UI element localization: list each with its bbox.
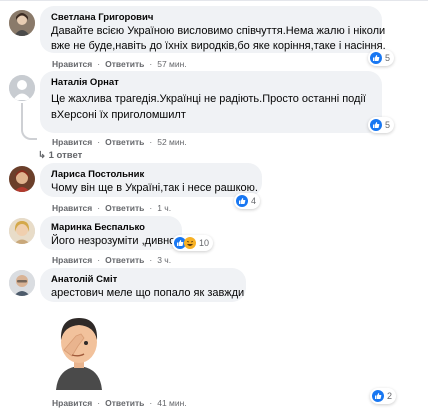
reaction-summary[interactable]: 2 xyxy=(370,388,397,404)
reply-button[interactable]: Ответить xyxy=(105,255,144,265)
view-replies-link[interactable]: ↳ 1 ответ xyxy=(38,150,82,162)
like-button[interactable]: Нравится xyxy=(52,255,92,265)
comment-text: вХерсоні їх приголомшилт xyxy=(51,109,186,121)
comment-author[interactable]: Лариса Постольник xyxy=(51,168,252,181)
comment-author[interactable]: Анатолій Сміт xyxy=(51,273,236,286)
thread-line xyxy=(21,103,37,140)
reaction-summary[interactable]: 10 xyxy=(172,235,214,251)
top-divider xyxy=(0,0,428,1)
comment-text: Це жахлива трагедія.Українці не радіють.… xyxy=(51,93,366,105)
avatar[interactable] xyxy=(9,270,35,296)
comment-bubble: Светлана Григорович Давайте всією Україн… xyxy=(40,6,386,53)
comment-author[interactable]: Наталія Орнат xyxy=(51,76,372,89)
like-button[interactable]: Нравится xyxy=(52,398,92,408)
comment-text: арестович меле що попало як завжди xyxy=(51,287,245,299)
comment-time[interactable]: 57 мин. xyxy=(157,59,186,69)
comment-time[interactable]: 41 мин. xyxy=(157,398,186,408)
default-avatar-icon[interactable] xyxy=(9,75,35,101)
facepalm-sticker xyxy=(48,310,110,390)
reply-button[interactable]: Ответить xyxy=(105,137,144,147)
comment-time[interactable]: 3 ч. xyxy=(157,255,171,265)
comment-bubble: Маринка Беспалько Його незрозуміти ,дивн… xyxy=(40,216,182,250)
like-button[interactable]: Нравится xyxy=(52,137,92,147)
comment-text: Його незрозуміти ,дивно xyxy=(51,235,176,247)
comment-time[interactable]: 52 мин. xyxy=(157,137,186,147)
like-icon xyxy=(236,195,248,207)
reaction-count: 4 xyxy=(251,196,257,206)
comment-actions: Нравится · Ответить · 57 мин. xyxy=(52,59,187,69)
comment-bubble: Наталія Орнат Це жахлива трагедія.Україн… xyxy=(40,71,382,133)
reply-arrow-icon: ↳ xyxy=(38,150,46,161)
reply-button[interactable]: Ответить xyxy=(105,398,144,408)
like-icon xyxy=(370,119,382,131)
reaction-count: 5 xyxy=(385,53,391,63)
reply-button[interactable]: Ответить xyxy=(105,203,144,213)
like-icon xyxy=(372,390,384,402)
comment-bubble: Лариса Постольник Чому він ще в Україні,… xyxy=(40,163,262,197)
comment-text: вже не буде,навіть до їхніх виродків,бо … xyxy=(51,40,386,52)
reaction-count: 10 xyxy=(199,238,210,248)
comment-actions: Нравится · Ответить · 1 ч. xyxy=(52,203,172,213)
comment-bubble: Анатолій Сміт арестович меле що попало я… xyxy=(40,268,246,302)
comment-actions: Нравится · Ответить · 41 мин. xyxy=(52,398,187,408)
like-button[interactable]: Нравится xyxy=(52,59,92,69)
comment-author[interactable]: Маринка Беспалько xyxy=(51,221,172,234)
comment-text: Давайте всією Україною висловимо співчут… xyxy=(51,25,386,37)
comment-actions: Нравится · Ответить · 3 ч. xyxy=(52,255,172,265)
reaction-count: 5 xyxy=(385,120,391,130)
reply-button[interactable]: Ответить xyxy=(105,59,144,69)
like-button[interactable]: Нравится xyxy=(52,203,92,213)
reaction-summary[interactable]: 4 xyxy=(234,193,261,209)
avatar[interactable] xyxy=(9,218,35,244)
avatar[interactable] xyxy=(9,166,35,192)
comment-time[interactable]: 1 ч. xyxy=(157,203,171,213)
reaction-summary[interactable]: 5 xyxy=(368,117,395,133)
avatar[interactable] xyxy=(9,10,35,36)
reaction-count: 2 xyxy=(387,391,393,401)
like-icon xyxy=(370,52,382,64)
comment-actions: Нравится · Ответить · 52 мин. xyxy=(52,137,187,147)
reaction-summary[interactable]: 5 xyxy=(368,50,395,66)
comment-text: Чому він ще в Україні,так і несе рашкою. xyxy=(51,182,258,194)
comment-author[interactable]: Светлана Григорович xyxy=(51,11,372,24)
haha-icon xyxy=(184,237,196,249)
